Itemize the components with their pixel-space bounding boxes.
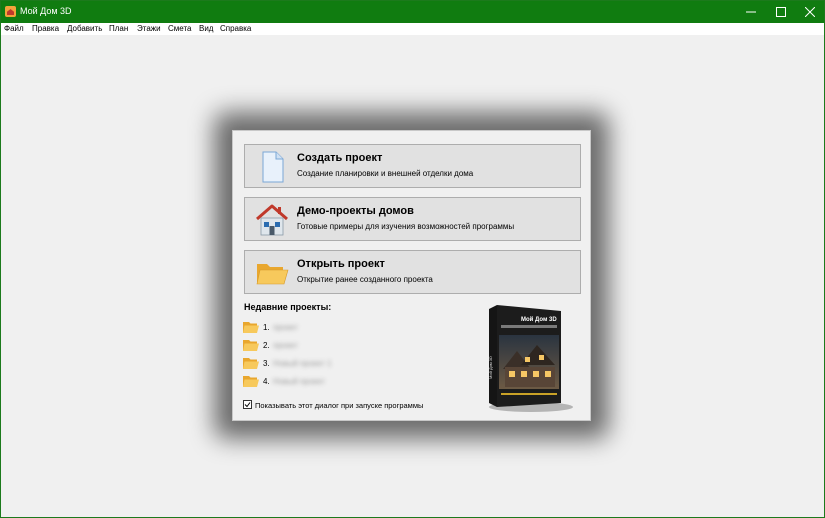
close-button[interactable] [796, 1, 824, 23]
recent-project-item[interactable]: 2. проект [243, 339, 363, 353]
folder-icon [243, 358, 259, 369]
demo-projects-title: Демо-проекты домов [297, 205, 414, 217]
create-project-button[interactable]: Создать проект Создание планировки и вне… [244, 144, 581, 188]
recent-project-name: Новый проект [273, 377, 325, 386]
menu-estimate[interactable]: Смета [168, 23, 191, 35]
box-title-text: Мой Дом 3D [521, 316, 557, 323]
maximize-button[interactable] [767, 1, 795, 23]
app-logo-icon [5, 6, 16, 17]
recent-project-number: 3. [263, 359, 270, 368]
folder-icon [243, 322, 259, 333]
recent-project-name: Новый проект 1 [273, 359, 332, 368]
menu-floors[interactable]: Этажи [137, 23, 161, 35]
minimize-button[interactable] [737, 1, 765, 23]
recent-project-name: проект [273, 341, 298, 350]
menu-file[interactable]: Файл [4, 23, 24, 35]
recent-project-item[interactable]: 4. Новый проект [243, 375, 363, 389]
folder-icon [243, 376, 259, 387]
new-document-icon [262, 151, 284, 183]
create-project-subtitle: Создание планировки и внешней отделки до… [297, 169, 474, 178]
demo-projects-subtitle: Готовые примеры для изучения возможносте… [297, 222, 515, 231]
show-on-startup-label[interactable]: Показывать этот диалог при запуске прогр… [255, 401, 423, 410]
house-icon [256, 204, 288, 236]
recent-project-number: 4. [263, 377, 270, 386]
open-project-title: Открыть проект [297, 258, 385, 270]
maximize-icon [776, 7, 786, 17]
menu-plan[interactable]: План [109, 23, 128, 35]
recent-project-item[interactable]: 1. проект [243, 321, 363, 335]
demo-projects-button[interactable]: Демо-проекты домов Готовые примеры для и… [244, 197, 581, 241]
recent-project-number: 1. [263, 323, 270, 332]
menu-bar: Файл Правка Добавить План Этажи Смета Ви… [1, 23, 824, 35]
close-icon [804, 6, 816, 18]
window-title: Мой Дом 3D [20, 6, 72, 16]
recent-projects-heading: Недавние проекты: [244, 302, 332, 312]
product-box-image: Мой Дом 3D Мой Дом 3D [488, 305, 573, 412]
box-spine-text: Мой Дом 3D [488, 356, 493, 379]
title-bar[interactable]: Мой Дом 3D [1, 1, 824, 23]
show-on-startup-checkbox[interactable] [243, 400, 252, 409]
folder-icon [243, 340, 259, 351]
create-project-title: Создать проект [297, 152, 383, 164]
open-project-subtitle: Открытие ранее созданного проекта [297, 275, 433, 284]
minimize-icon [746, 11, 756, 13]
checkmark-icon [244, 402, 251, 408]
open-project-button[interactable]: Открыть проект Открытие ранее созданного… [244, 250, 581, 294]
menu-edit[interactable]: Правка [32, 23, 59, 35]
startup-dialog: Создать проект Создание планировки и вне… [232, 130, 591, 421]
recent-project-name: проект [273, 323, 298, 332]
menu-help[interactable]: Справка [220, 23, 251, 35]
recent-project-number: 2. [263, 341, 270, 350]
open-folder-icon [256, 264, 289, 285]
recent-project-item[interactable]: 3. Новый проект 1 [243, 357, 363, 371]
menu-add[interactable]: Добавить [67, 23, 102, 35]
menu-view[interactable]: Вид [199, 23, 213, 35]
